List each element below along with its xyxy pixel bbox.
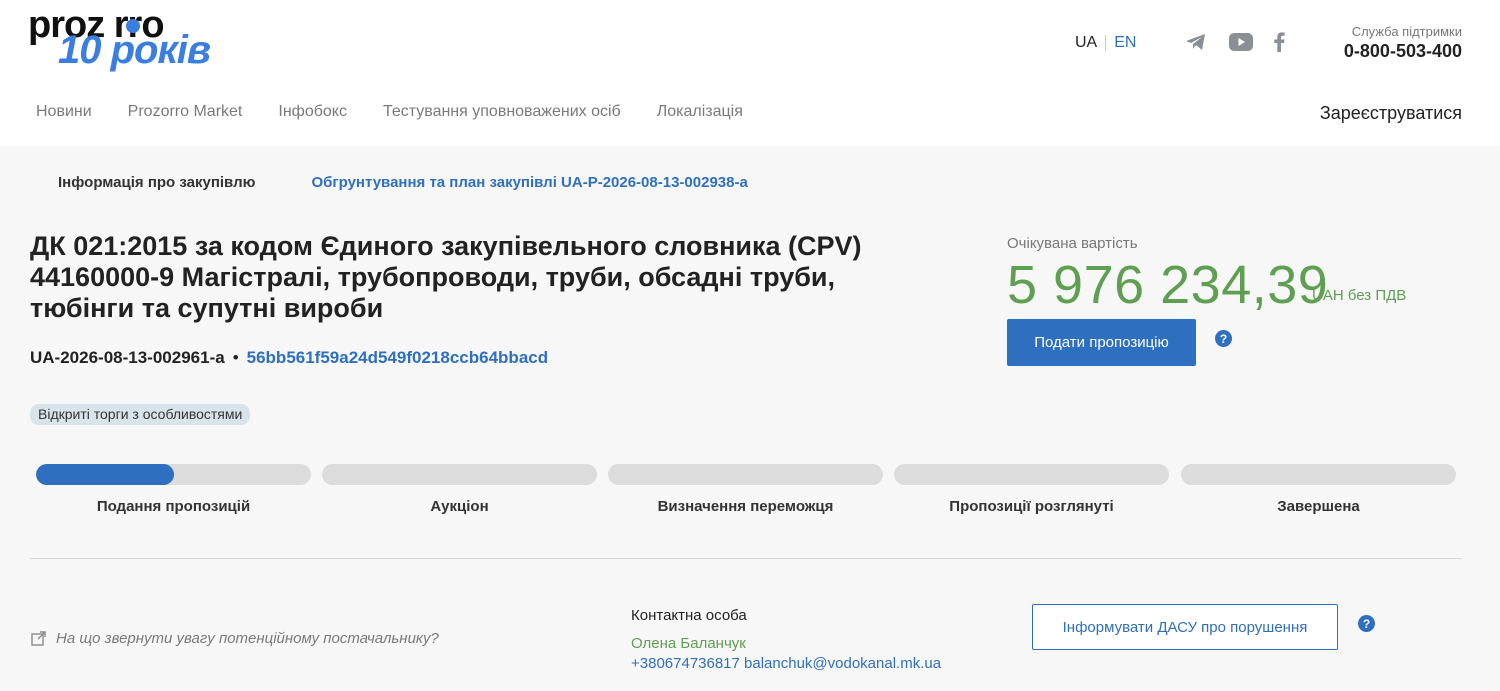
prozorro-logo[interactable]: proz rro 10 років — [28, 4, 218, 76]
nav-item-infobox[interactable]: Інфобокс — [278, 103, 347, 121]
tender-tabs: Інформація про закупівлю Обгрунтування т… — [58, 174, 748, 191]
lang-separator — [1105, 35, 1107, 51]
stage-progress-bar — [894, 464, 1169, 485]
stage-label: Подання пропозицій — [96, 498, 251, 515]
tender-ids: UA-2026-08-13-002961-a • 56bb561f59a24d5… — [30, 348, 548, 368]
procedure-type-badge: Відкриті торги з особливостями — [30, 404, 251, 425]
external-link-icon — [31, 631, 46, 646]
expected-value-amount: 5 976 234,39 — [1007, 255, 1329, 315]
tender-id: UA-2026-08-13-002961-a — [30, 348, 225, 367]
report-help-icon[interactable]: ? — [1358, 615, 1375, 632]
support-label: Служба підтримки — [1351, 24, 1462, 39]
logo-anniversary: 10 років — [58, 28, 211, 72]
youtube-icon[interactable] — [1228, 30, 1254, 54]
nav-item-market[interactable]: Prozorro Market — [128, 103, 243, 121]
stage-progress-fill — [36, 464, 174, 485]
stage-completed: Завершена — [1181, 464, 1456, 515]
stage-label: Завершена — [1277, 498, 1360, 515]
stage-submission: Подання пропозицій — [36, 464, 311, 515]
report-violation-button[interactable]: Інформувати ДАСУ про порушення — [1032, 604, 1338, 650]
stage-winner-selection: Визначення переможця — [608, 464, 883, 515]
tender-hash-link[interactable]: 56bb561f59a24d549f0218ccb64bbacd — [247, 348, 548, 368]
stage-label: Аукціон — [430, 498, 489, 515]
expected-value-label: Очікувана вартість — [1007, 235, 1138, 252]
supplier-hint-link[interactable]: На що звернути увагу потенційному постач… — [31, 630, 439, 647]
support-block: Служба підтримки 0-800-503-400 — [1344, 24, 1462, 62]
supplier-hint-text: На що звернути увагу потенційному постач… — [56, 630, 439, 647]
tab-procurement-plan[interactable]: Обгрунтування та план закупівлі UA-P-202… — [311, 174, 747, 191]
expected-value-unit: UAH без ПДВ — [1312, 287, 1407, 304]
id-separator: • — [232, 348, 239, 367]
language-switcher: UA EN — [1075, 34, 1136, 52]
submit-offer-button[interactable]: Подати пропозицію — [1007, 319, 1196, 366]
stage-progress-bar — [36, 464, 311, 485]
tender-title: ДК 021:2015 за кодом Єдиного закупівельн… — [30, 231, 862, 323]
nav-item-testing[interactable]: Тестування уповноважених осіб — [383, 103, 621, 121]
nav-item-news[interactable]: Новини — [36, 103, 92, 121]
lang-en-link[interactable]: EN — [1114, 34, 1136, 52]
stage-progress-bar — [608, 464, 883, 485]
nav-item-localization[interactable]: Локалізація — [657, 103, 743, 121]
register-link[interactable]: Зареєструватися — [1320, 103, 1462, 124]
contact-person-name: Олена Баланчук — [631, 635, 746, 652]
submit-help-icon[interactable]: ? — [1215, 330, 1232, 347]
contact-person-details[interactable]: +380674736817 balanchuk@vodokanal.mk.ua — [631, 655, 941, 672]
telegram-icon[interactable] — [1183, 30, 1209, 54]
site-header: proz rro 10 років UA EN Служба підтримки… — [0, 0, 1500, 146]
support-phone[interactable]: 0-800-503-400 — [1344, 41, 1462, 62]
stage-label: Визначення переможця — [657, 498, 834, 515]
contact-person-label: Контактна особа — [631, 607, 747, 624]
stage-auction: Аукціон — [322, 464, 597, 515]
stage-progress-bar — [1181, 464, 1456, 485]
facebook-icon[interactable] — [1266, 30, 1292, 54]
stage-offers-reviewed: Пропозиції розглянуті — [894, 464, 1169, 515]
section-divider — [30, 558, 1462, 559]
main-nav: Новини Prozorro Market Інфобокс Тестуван… — [36, 103, 743, 121]
stage-progress-bar — [322, 464, 597, 485]
stage-label: Пропозиції розглянуті — [949, 498, 1114, 515]
lang-ua-link[interactable]: UA — [1075, 34, 1097, 52]
tab-procurement-info[interactable]: Інформація про закупівлю — [58, 174, 255, 191]
